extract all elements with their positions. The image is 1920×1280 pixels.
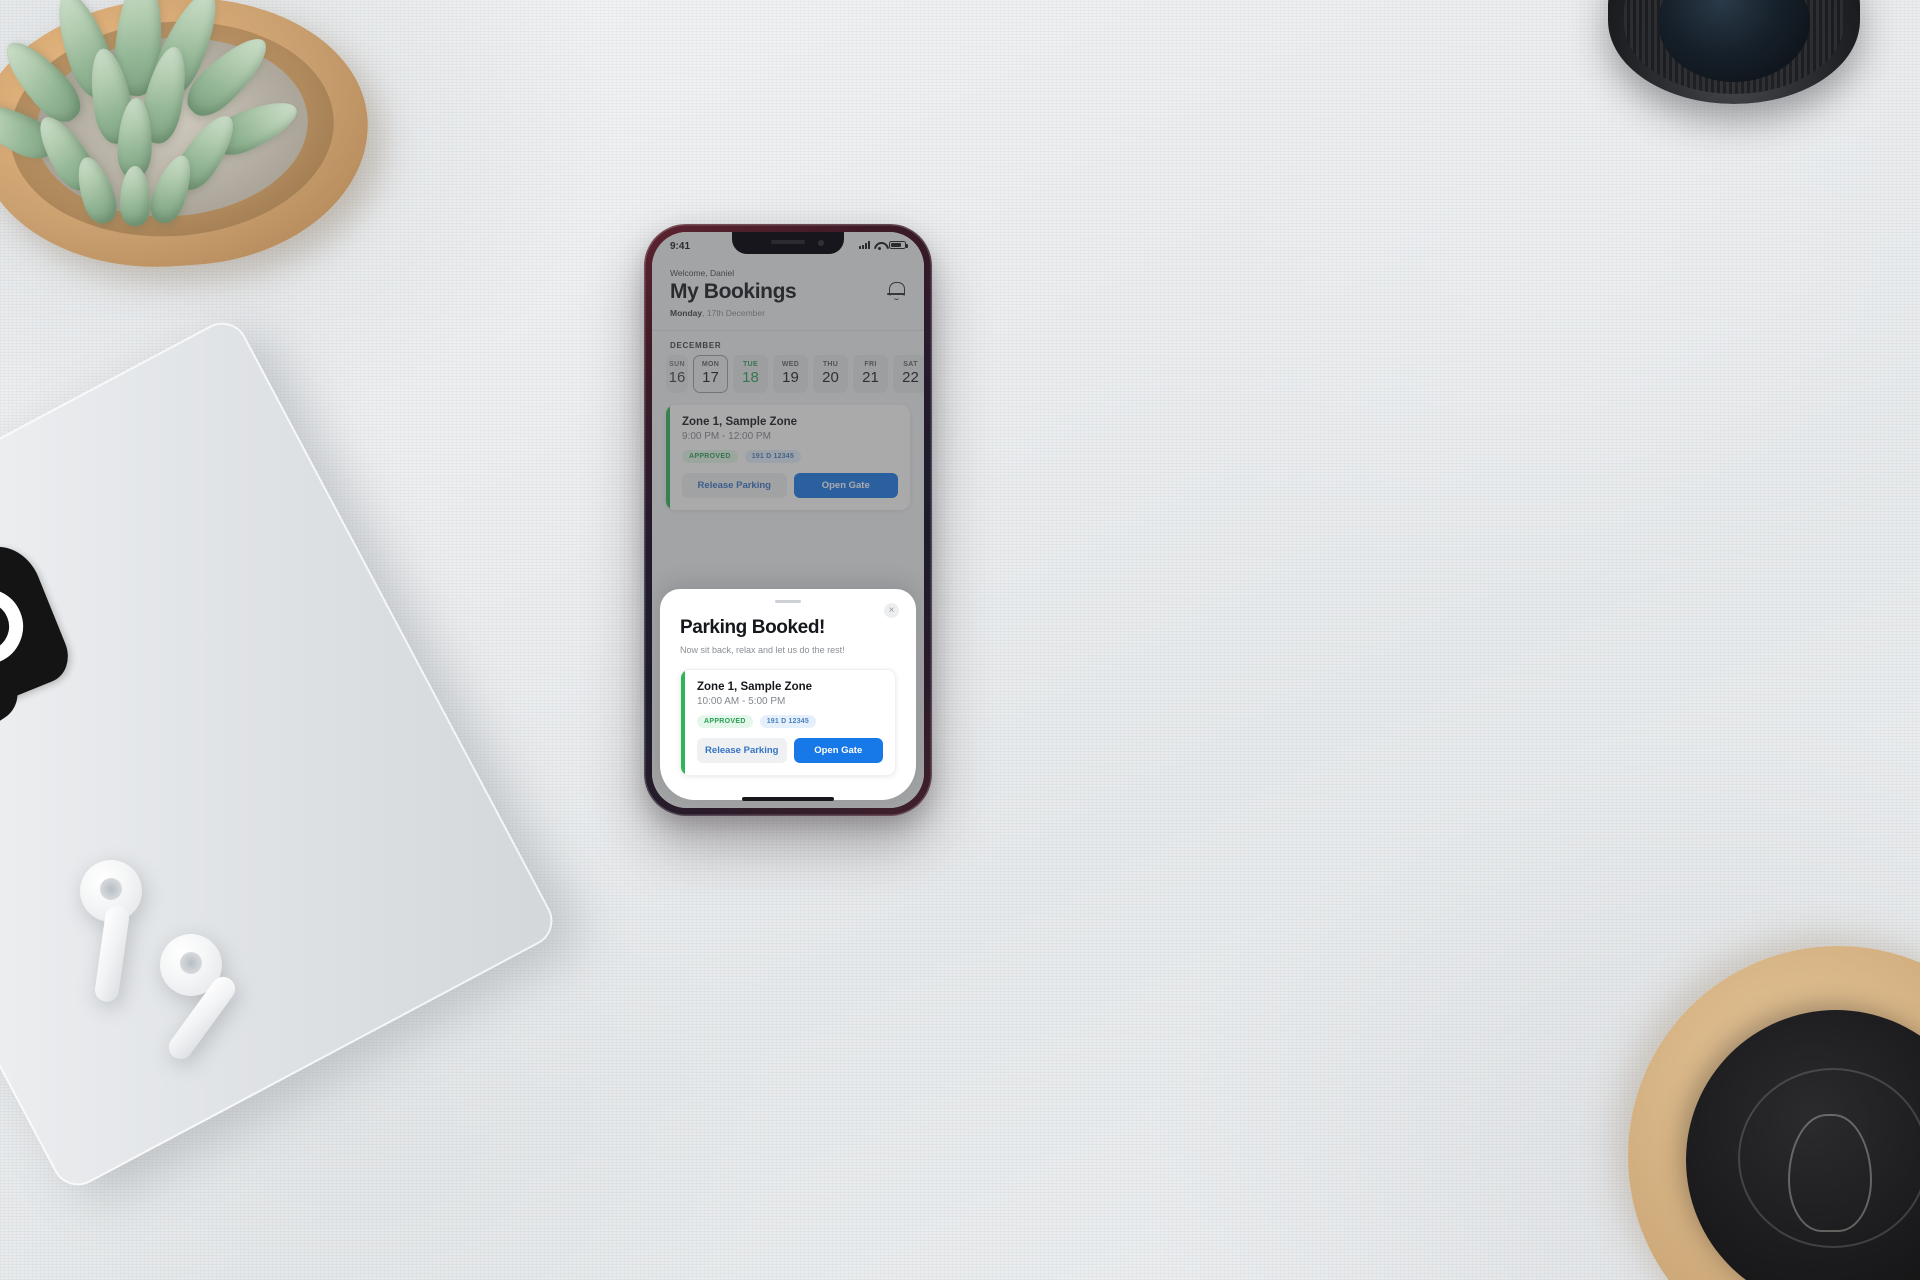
front-camera <box>818 240 824 246</box>
device-notch <box>732 232 844 254</box>
modal-booking-card: Zone 1, Sample Zone 10:00 AM - 5:00 PM A… <box>680 669 896 776</box>
modal-title: Parking Booked! <box>680 617 825 638</box>
modal-subtitle: Now sit back, relax and let us do the re… <box>680 645 845 655</box>
booking-zone-name: Zone 1, Sample Zone <box>697 681 813 693</box>
phone-screen: 9:41 Welcome, Daniel My Bookings Monday,… <box>652 232 924 808</box>
camera-lens <box>1608 0 1860 104</box>
iphone-device: 9:41 Welcome, Daniel My Bookings Monday,… <box>644 224 932 816</box>
booking-chips: APPROVED 191 D 12345 <box>697 715 883 728</box>
plate-badge: 191 D 12345 <box>759 715 816 728</box>
airpod-mesh <box>100 878 122 900</box>
home-indicator[interactable] <box>742 797 834 801</box>
drag-handle[interactable] <box>775 600 801 603</box>
vinyl-figure-illustration <box>1788 1114 1872 1232</box>
airpod-mesh <box>180 952 202 974</box>
parking-booked-modal: × Parking Booked! Now sit back, relax an… <box>660 589 916 800</box>
sticker-eye <box>0 577 35 676</box>
airpod-right <box>150 930 300 1090</box>
release-parking-button[interactable]: Release Parking <box>697 738 787 763</box>
booking-actions: Release Parking Open Gate <box>697 738 883 763</box>
modal-booking-card-body: Zone 1, Sample Zone 10:00 AM - 5:00 PM A… <box>685 670 895 775</box>
booking-time-range: 10:00 AM - 5:00 PM <box>697 696 786 707</box>
open-gate-button[interactable]: Open Gate <box>793 738 883 763</box>
status-badge: APPROVED <box>697 715 753 728</box>
earpiece-speaker <box>771 240 805 244</box>
close-icon[interactable]: × <box>884 603 899 618</box>
succulent-plant <box>0 0 390 280</box>
